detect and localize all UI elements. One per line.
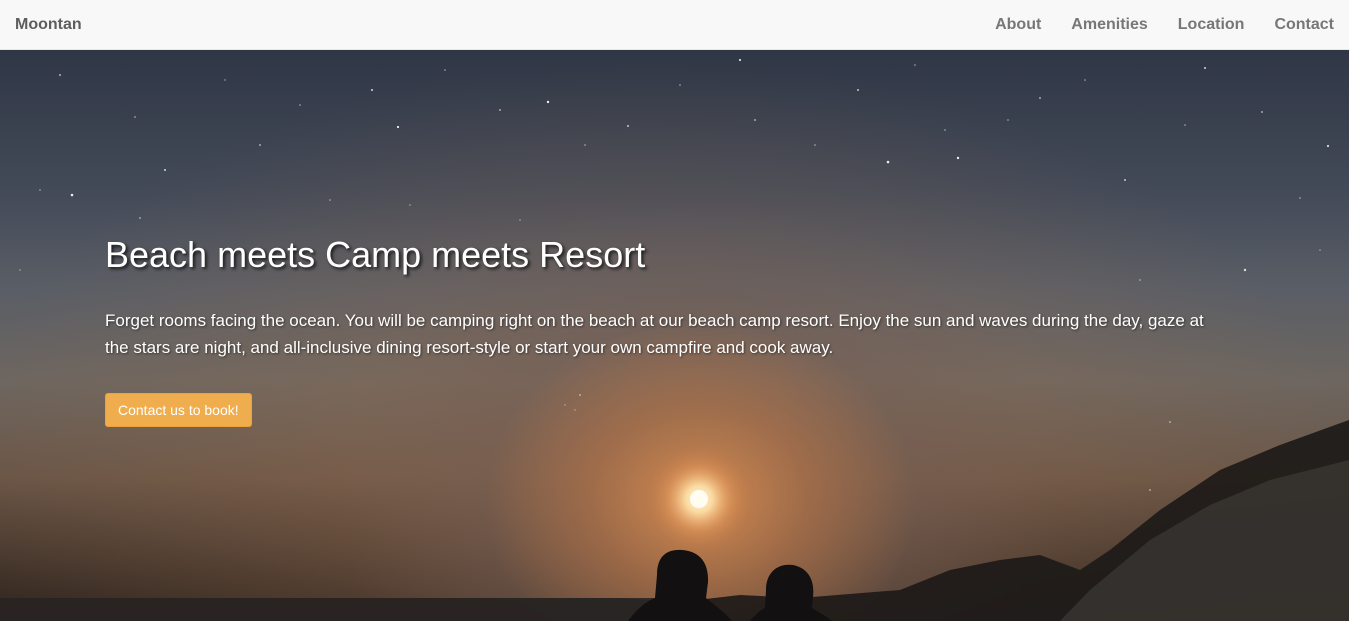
nav-links: About Amenities Location Contact	[980, 0, 1349, 50]
hero-title: Beach meets Camp meets Resort	[105, 234, 646, 275]
nav-link-about[interactable]: About	[980, 0, 1056, 50]
beach	[0, 598, 700, 621]
hero-content: Beach meets Camp meets Resort Forget roo…	[105, 235, 1225, 427]
nav-link-location[interactable]: Location	[1163, 0, 1260, 50]
hero-section: Beach meets Camp meets Resort Forget roo…	[0, 50, 1349, 621]
navbar: Moontan About Amenities Location Contact	[0, 0, 1349, 50]
brand-link[interactable]: Moontan	[0, 16, 82, 34]
nav-link-amenities[interactable]: Amenities	[1056, 0, 1162, 50]
hero-description: Forget rooms facing the ocean. You will …	[105, 311, 1204, 357]
nav-link-contact[interactable]: Contact	[1259, 0, 1349, 50]
moon	[690, 490, 708, 508]
contact-to-book-button[interactable]: Contact us to book!	[105, 393, 252, 427]
